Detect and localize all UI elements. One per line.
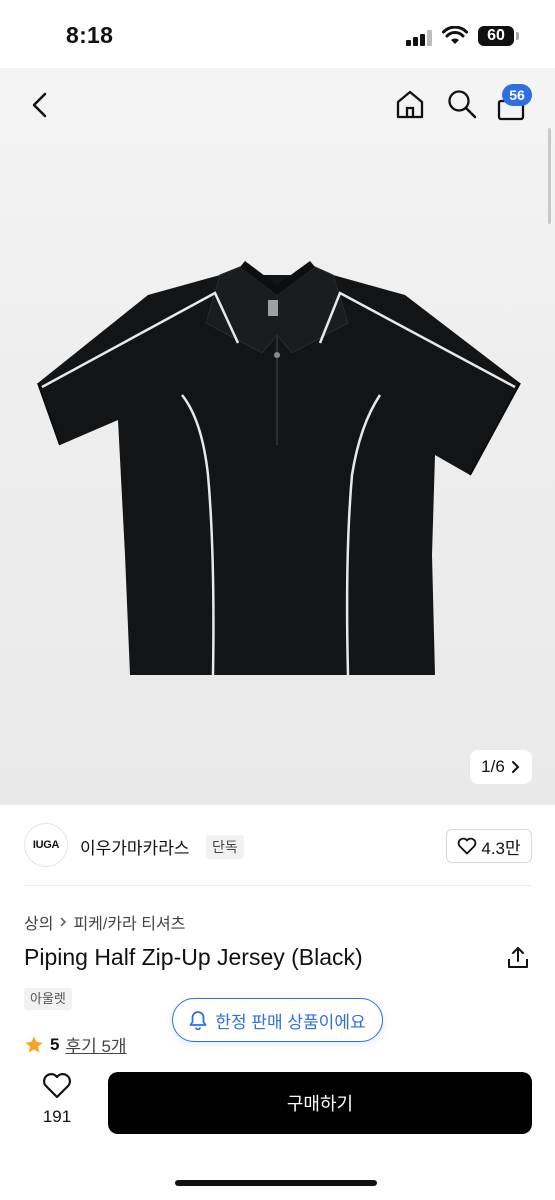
scrollbar[interactable] bbox=[548, 128, 551, 224]
brand-like-count: 4.3만 bbox=[481, 838, 521, 858]
divider bbox=[24, 885, 531, 886]
wishlist-button[interactable]: 191 bbox=[30, 1072, 84, 1136]
brand-row[interactable]: IUGA 이우가마카라스 단독 4.3만 bbox=[0, 806, 555, 886]
top-nav bbox=[0, 68, 555, 142]
bell-icon bbox=[189, 1011, 207, 1030]
share-icon[interactable] bbox=[506, 946, 530, 970]
brand-like-button[interactable]: 4.3만 bbox=[446, 829, 532, 863]
breadcrumb-item[interactable]: 피케/카라 티셔츠 bbox=[73, 910, 185, 934]
review-link[interactable]: 후기 5개 bbox=[65, 1032, 126, 1057]
status-time: 8:18 bbox=[66, 22, 114, 48]
product-title: Piping Half Zip-Up Jersey (Black) bbox=[24, 944, 363, 970]
chevron-right-icon bbox=[60, 917, 67, 927]
battery-tip bbox=[516, 32, 519, 40]
outlet-tag: 아울렛 bbox=[24, 988, 72, 1010]
buy-button[interactable]: 구매하기 bbox=[108, 1072, 532, 1134]
signal-icon bbox=[406, 30, 434, 46]
star-icon bbox=[25, 1036, 43, 1053]
rating: 5 후기 5개 bbox=[24, 1032, 127, 1057]
status-bar: 8:18 60 bbox=[0, 0, 555, 68]
battery-indicator: 60 bbox=[478, 26, 514, 46]
limited-sale-badge[interactable]: 한정 판매 상품이에요 bbox=[172, 998, 383, 1042]
breadcrumb-item[interactable]: 상의 bbox=[24, 910, 53, 934]
cart-count-badge: 56 bbox=[502, 84, 532, 106]
brand-exclusive-tag: 단독 bbox=[206, 835, 244, 859]
gallery-pager[interactable]: 1/6 bbox=[470, 750, 532, 784]
home-indicator bbox=[175, 1180, 377, 1186]
brand-name[interactable]: 이우가마카라스 bbox=[80, 834, 189, 859]
breadcrumb: 상의 피케/카라 티셔츠 bbox=[24, 910, 185, 934]
heart-outline-icon bbox=[43, 1073, 71, 1099]
home-icon[interactable] bbox=[394, 88, 426, 120]
rating-score: 5 bbox=[50, 1034, 60, 1054]
wifi-icon bbox=[442, 26, 468, 44]
pager-text: 1/6 bbox=[481, 757, 505, 776]
product-image-jersey[interactable] bbox=[30, 255, 525, 685]
search-icon[interactable] bbox=[446, 88, 478, 120]
heart-outline-icon bbox=[458, 837, 477, 855]
limited-sale-label: 한정 판매 상품이에요 bbox=[215, 1012, 366, 1032]
chevron-right-icon bbox=[511, 761, 520, 773]
wishlist-count: 191 bbox=[42, 1107, 72, 1126]
brand-logo[interactable]: IUGA bbox=[24, 823, 68, 867]
back-arrow-icon[interactable] bbox=[28, 90, 52, 120]
